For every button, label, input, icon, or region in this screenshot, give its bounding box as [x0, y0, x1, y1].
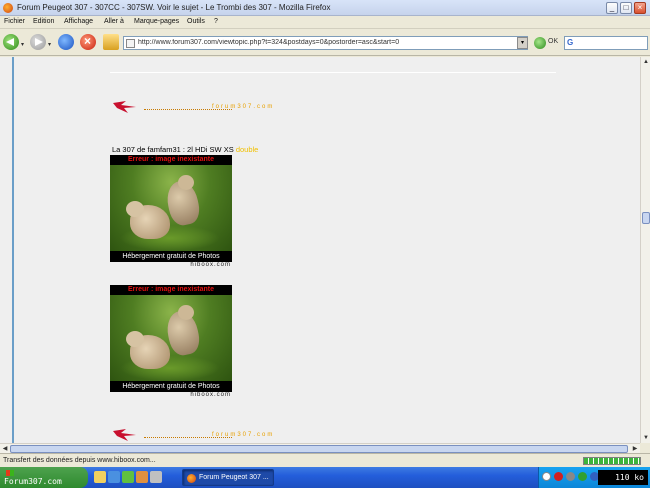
antivirus-icon[interactable]	[554, 472, 563, 481]
firefox-icon	[3, 3, 13, 13]
close-button[interactable]: ×	[634, 2, 646, 14]
app-icon[interactable]	[150, 471, 162, 483]
window-title: Forum Peugeot 307 - 307CC - 307SW. Voir …	[17, 3, 331, 12]
image-credit[interactable]: hiboox.com	[110, 262, 232, 270]
folder-icon[interactable]	[94, 471, 106, 483]
go-button-label[interactable]: OK	[548, 38, 558, 45]
reload-icon[interactable]	[58, 34, 74, 50]
forward-arrow-icon[interactable]	[30, 34, 46, 50]
menu-file[interactable]: Fichier	[4, 18, 25, 25]
ie-icon[interactable]	[108, 471, 120, 483]
menu-help[interactable]: ?	[214, 18, 218, 25]
clock-text: 110 ko	[615, 473, 644, 482]
maximize-button[interactable]: □	[620, 2, 632, 14]
status-bar: Transfert des données depuis www.hiboox.…	[0, 453, 650, 467]
menu-go[interactable]: Aller à	[104, 18, 124, 25]
back-dropdown-icon[interactable]: ▾	[21, 41, 24, 48]
network-icon[interactable]	[566, 472, 575, 481]
media-icon[interactable]	[136, 471, 148, 483]
firefox-icon	[187, 474, 196, 483]
vertical-scroll-thumb[interactable]	[642, 212, 650, 224]
horizontal-scroll-thumb[interactable]	[10, 445, 628, 453]
page-viewport: forum307.com La 307 de famfam31 : 2l HDi…	[0, 57, 640, 443]
window-titlebar: Forum Peugeot 307 - 307CC - 307SW. Voir …	[0, 0, 650, 16]
home-icon[interactable]	[103, 34, 119, 50]
image-error-text: Erreur : image inexistante	[110, 155, 232, 165]
tray-clock: 110 ko	[598, 470, 648, 485]
search-box[interactable]: G	[564, 36, 648, 50]
menu-edit[interactable]: Edition	[33, 18, 54, 25]
menu-tools[interactable]: Outils	[187, 18, 205, 25]
hosted-image-1[interactable]: Erreur : image inexistante Hébergement g…	[110, 155, 232, 270]
post-title: La 307 de famfam31 : 2l HDi SW XS double	[112, 145, 258, 154]
image-caption: Hébergement gratuit de Photos	[110, 381, 232, 392]
peugeot-lion-icon	[113, 101, 136, 113]
address-dropdown-button[interactable]: ▾	[517, 37, 528, 49]
tray-icon[interactable]	[542, 472, 551, 481]
menu-bookmarks[interactable]: Marque-pages	[134, 18, 179, 25]
minimize-button[interactable]: _	[606, 2, 618, 14]
desktop-icon[interactable]	[122, 471, 134, 483]
horizontal-scrollbar[interactable]: ◀ ▶	[0, 443, 640, 453]
vertical-scrollbar[interactable]: ▲ ▼	[640, 57, 650, 443]
back-arrow-icon[interactable]	[3, 34, 19, 50]
play-icon[interactable]	[578, 472, 587, 481]
taskbar-item-title: Forum Peugeot 307 ...	[199, 474, 269, 481]
windows-flag-icon	[6, 470, 14, 476]
menu-bar: Fichier Edition Affichage Aller à Marque…	[0, 16, 650, 29]
gophers-photo	[110, 295, 232, 381]
start-button-label: Forum307.com	[4, 477, 62, 486]
scroll-up-arrow-icon[interactable]: ▲	[641, 57, 650, 67]
gophers-photo	[110, 165, 232, 251]
go-icon[interactable]	[534, 37, 546, 49]
taskbar-item-firefox[interactable]: Forum Peugeot 307 ...	[182, 469, 274, 486]
scroll-down-arrow-icon[interactable]: ▼	[641, 433, 650, 443]
start-button[interactable]: Forum307.com	[0, 467, 88, 488]
content-divider	[110, 72, 556, 73]
load-progress-fill	[584, 458, 640, 464]
forward-dropdown-icon[interactable]: ▾	[48, 41, 51, 48]
post-title-text: La 307 de famfam31 : 2l HDi SW XS	[112, 145, 234, 154]
address-text[interactable]: http://www.forum307.com/viewtopic.php?t=…	[138, 39, 518, 46]
load-progress-bar	[583, 457, 641, 465]
stop-icon[interactable]	[80, 34, 96, 50]
google-search-icon: G	[567, 38, 574, 47]
image-error-text: Erreur : image inexistante	[110, 285, 232, 295]
status-text: Transfert des données depuis www.hiboox.…	[3, 457, 156, 464]
address-bar[interactable]: http://www.forum307.com/viewtopic.php?t=…	[123, 36, 528, 50]
page-icon	[126, 39, 135, 48]
hosted-image-2[interactable]: Erreur : image inexistante Hébergement g…	[110, 285, 232, 400]
navigation-toolbar: ▾ ▾ http://www.forum307.com/viewtopic.ph…	[0, 29, 650, 56]
post-signature: double	[235, 145, 259, 154]
windows-taskbar: Forum307.com Forum Peugeot 307 ... 110 k…	[0, 467, 650, 488]
image-credit[interactable]: hiboox.com	[110, 392, 232, 400]
image-caption: Hébergement gratuit de Photos	[110, 251, 232, 262]
logo-text: forum307.com	[212, 432, 275, 438]
page-left-border	[12, 57, 14, 443]
menu-view[interactable]: Affichage	[64, 18, 93, 25]
logo-text: forum307.com	[212, 104, 275, 110]
peugeot-lion-icon	[113, 429, 136, 441]
